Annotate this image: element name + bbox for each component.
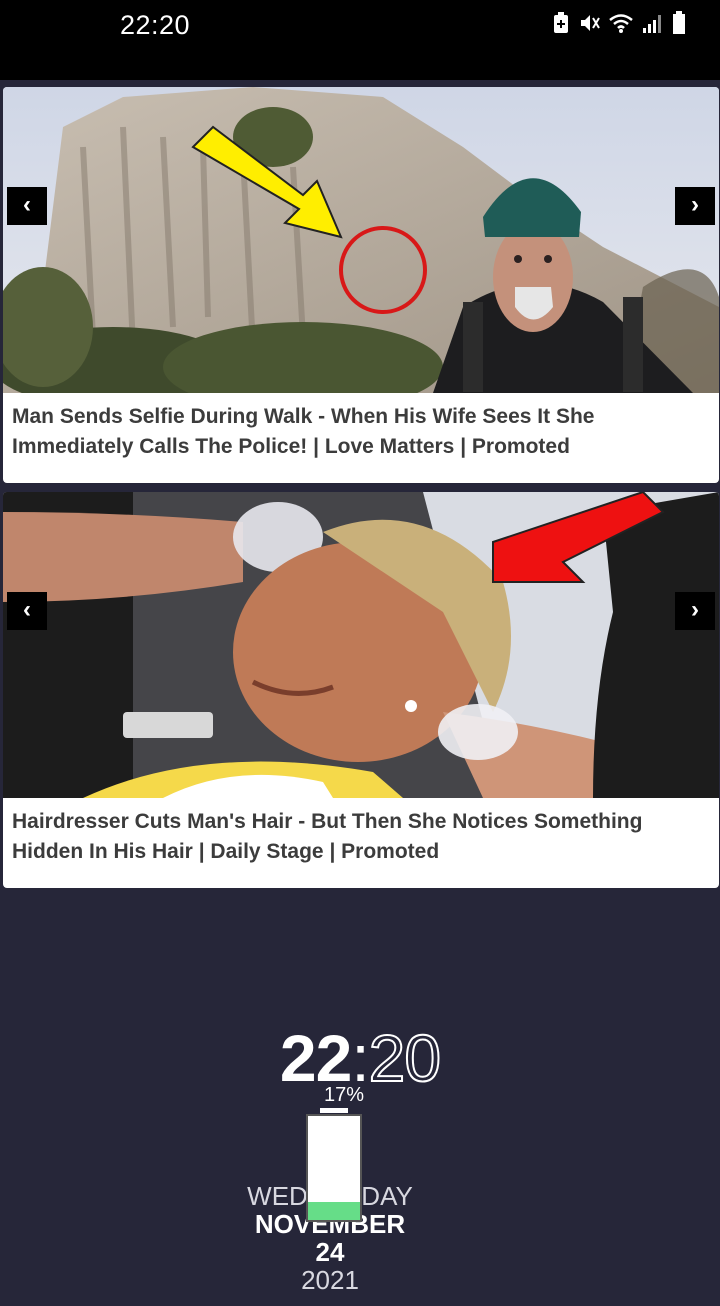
card-1-next-button[interactable]: › (675, 187, 715, 225)
mute-icon (578, 12, 600, 39)
card-1-image[interactable]: ‹ › (3, 87, 719, 393)
promoted-card-1[interactable]: ‹ › Man Sends Selfie During Walk - When … (3, 87, 719, 483)
card-2-next-button[interactable]: › (675, 592, 715, 630)
promoted-card-2[interactable]: ‹ › Hairdresser Cuts Man's Hair - But Th… (3, 492, 719, 888)
battery-status-icon (672, 10, 686, 40)
wifi-icon (608, 12, 634, 39)
battery-level-icon (306, 1108, 362, 1222)
battery-percent: 17% (323, 1084, 365, 1106)
battery-fill (308, 1202, 360, 1220)
card-2-title[interactable]: Hairdresser Cuts Man's Hair - But Then S… (12, 807, 712, 867)
battery-saver-icon (552, 11, 570, 39)
battery-body (306, 1114, 362, 1222)
card-2-image[interactable]: ‹ › (3, 492, 719, 798)
date-year: 2021 (301, 1265, 359, 1295)
status-bar: 22:20 (0, 0, 720, 80)
date-day: 24 (315, 1237, 345, 1267)
card-1-prev-button[interactable]: ‹ (7, 187, 47, 225)
battery-cap (320, 1108, 348, 1113)
card-2-prev-button[interactable]: ‹ (7, 592, 47, 630)
card-1-title[interactable]: Man Sends Selfie During Walk - When His … (12, 402, 712, 462)
signal-icon (642, 12, 664, 39)
status-time: 22:20 (120, 10, 191, 40)
status-icons (552, 10, 686, 40)
